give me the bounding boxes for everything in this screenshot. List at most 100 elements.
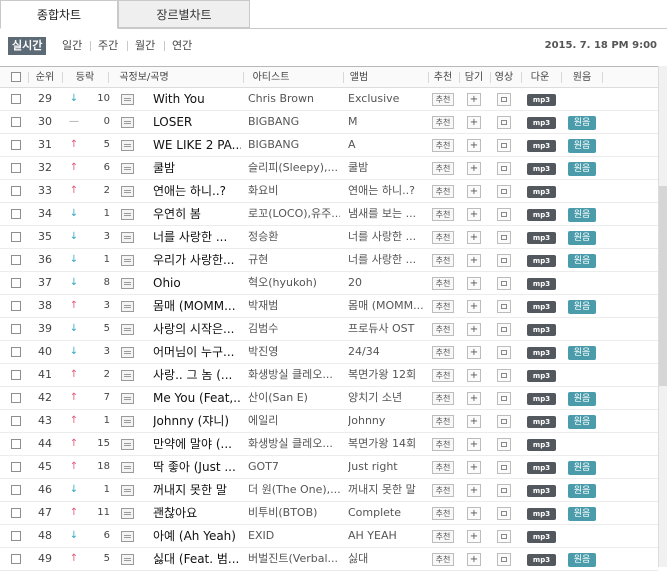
add-button[interactable]: +: [467, 530, 481, 543]
mp3-download-button[interactable]: mp3: [527, 508, 556, 520]
video-icon[interactable]: [497, 346, 511, 359]
song-info-icon[interactable]: [121, 370, 134, 381]
mp3-download-button[interactable]: mp3: [527, 163, 556, 175]
row-checkbox[interactable]: [11, 416, 21, 426]
song-title[interactable]: 우리가 사랑한...: [153, 249, 241, 271]
row-checkbox[interactable]: [11, 232, 21, 242]
album-name[interactable]: 몸매 (MOMM...: [348, 295, 426, 317]
table-row[interactable]: 42 ↑ 7 Me You (Feat,... 산이(San E) 양치기 소년 추천 + mp…: [0, 387, 658, 410]
artist-name[interactable]: 슬리피(Sleepy),...: [248, 157, 340, 179]
album-name[interactable]: 너를 사랑한 ...: [348, 226, 426, 248]
song-info-icon[interactable]: [121, 531, 134, 542]
recommend-button[interactable]: 추천: [432, 185, 454, 198]
song-info-icon[interactable]: [121, 347, 134, 358]
song-info-icon[interactable]: [121, 416, 134, 427]
row-checkbox[interactable]: [11, 94, 21, 104]
artist-name[interactable]: 화생방실 클레오...: [248, 364, 340, 386]
video-icon[interactable]: [497, 415, 511, 428]
row-checkbox[interactable]: [11, 439, 21, 449]
artist-name[interactable]: GOT7: [248, 456, 340, 478]
album-name[interactable]: 양치기 소년: [348, 387, 426, 409]
song-info-icon[interactable]: [121, 554, 134, 565]
song-info-icon[interactable]: [121, 393, 134, 404]
artist-name[interactable]: 혁오(hyukoh): [248, 272, 340, 294]
recommend-button[interactable]: 추천: [432, 208, 454, 221]
video-icon[interactable]: [497, 162, 511, 175]
recommend-button[interactable]: 추천: [432, 392, 454, 405]
recommend-button[interactable]: 추천: [432, 231, 454, 244]
recommend-button[interactable]: 추천: [432, 254, 454, 267]
table-row[interactable]: 34 ↓ 1 우연히 봄 로꼬(LOCO),유주... 냄새를 보는 ... 추천 + mp3 원…: [0, 203, 658, 226]
original-sound-button[interactable]: 원음: [568, 346, 596, 360]
mp3-download-button[interactable]: mp3: [527, 94, 556, 106]
video-icon[interactable]: [497, 323, 511, 336]
video-icon[interactable]: [497, 277, 511, 290]
video-icon[interactable]: [497, 484, 511, 497]
row-checkbox[interactable]: [11, 117, 21, 127]
artist-name[interactable]: BIGBANG: [248, 111, 340, 133]
video-icon[interactable]: [497, 208, 511, 221]
song-title[interactable]: 사랑.. 그 놈 (...: [153, 364, 241, 386]
add-button[interactable]: +: [467, 185, 481, 198]
album-name[interactable]: 꺼내지 못한 말: [348, 479, 426, 501]
video-icon[interactable]: [497, 530, 511, 543]
album-name[interactable]: 연애는 하니..?: [348, 180, 426, 202]
table-row[interactable]: 36 ↓ 1 우리가 사랑한... 규현 너를 사랑한 ... 추천 + mp3 원음: [0, 249, 658, 272]
table-row[interactable]: 31 ↑ 5 WE LIKE 2 PA... BIGBANG A 추천 + mp3 원음: [0, 134, 658, 157]
original-sound-button[interactable]: 원음: [568, 116, 596, 130]
video-icon[interactable]: [497, 300, 511, 313]
scrollbar-thumb[interactable]: [659, 186, 667, 386]
recommend-button[interactable]: 추천: [432, 530, 454, 543]
add-button[interactable]: +: [467, 323, 481, 336]
album-name[interactable]: 복면가왕 12회: [348, 364, 426, 386]
row-checkbox[interactable]: [11, 163, 21, 173]
song-title[interactable]: 꺼내지 못한 말: [153, 479, 241, 501]
add-button[interactable]: +: [467, 93, 481, 106]
song-info-icon[interactable]: [121, 439, 134, 450]
album-name[interactable]: Complete: [348, 502, 426, 524]
song-info-icon[interactable]: [121, 209, 134, 220]
select-all-checkbox[interactable]: [11, 72, 21, 82]
mp3-download-button[interactable]: mp3: [527, 393, 556, 405]
recommend-button[interactable]: 추천: [432, 162, 454, 175]
video-icon[interactable]: [497, 231, 511, 244]
song-title[interactable]: 연애는 하니..?: [153, 180, 241, 202]
original-sound-button[interactable]: 원음: [568, 507, 596, 521]
song-title[interactable]: 우연히 봄: [153, 203, 241, 225]
video-icon[interactable]: [497, 507, 511, 520]
original-sound-button[interactable]: 원음: [568, 415, 596, 429]
row-checkbox[interactable]: [11, 347, 21, 357]
song-info-icon[interactable]: [121, 94, 134, 105]
mp3-download-button[interactable]: mp3: [527, 416, 556, 428]
row-checkbox[interactable]: [11, 370, 21, 380]
mp3-download-button[interactable]: mp3: [527, 301, 556, 313]
song-info-icon[interactable]: [121, 255, 134, 266]
vertical-scrollbar[interactable]: [658, 66, 667, 567]
artist-name[interactable]: EXID: [248, 525, 340, 547]
song-title[interactable]: 너를 사랑한 ...: [153, 226, 241, 248]
period-weekly[interactable]: 주간: [98, 36, 118, 56]
add-button[interactable]: +: [467, 231, 481, 244]
mp3-download-button[interactable]: mp3: [527, 370, 556, 382]
song-title[interactable]: Me You (Feat,...: [153, 387, 241, 409]
album-name[interactable]: 20: [348, 272, 426, 294]
original-sound-button[interactable]: 원음: [568, 208, 596, 222]
song-info-icon[interactable]: [121, 278, 134, 289]
table-row[interactable]: 37 ↓ 8 Ohio 혁오(hyukoh) 20 추천 + mp3: [0, 272, 658, 295]
add-button[interactable]: +: [467, 254, 481, 267]
mp3-download-button[interactable]: mp3: [527, 117, 556, 129]
table-row[interactable]: 44 ↑ 15 만약에 말야 (... 화생방실 클레오... 복면가왕 14회 추천 + mp…: [0, 433, 658, 456]
add-button[interactable]: +: [467, 553, 481, 566]
recommend-button[interactable]: 추천: [432, 346, 454, 359]
table-row[interactable]: 32 ↑ 6 쿨밤 슬리피(Sleepy),... 쿨밤 추천 + mp3 원음: [0, 157, 658, 180]
artist-name[interactable]: 화요비: [248, 180, 340, 202]
table-row[interactable]: 30 — 0 LOSER BIGBANG M 추천 + mp3 원음: [0, 111, 658, 134]
song-title[interactable]: Ohio: [153, 272, 241, 294]
mp3-download-button[interactable]: mp3: [527, 140, 556, 152]
period-yearly[interactable]: 연간: [172, 36, 192, 56]
song-title[interactable]: Johnny (쟈니): [153, 410, 241, 432]
album-name[interactable]: Johnny: [348, 410, 426, 432]
original-sound-button[interactable]: 원음: [568, 392, 596, 406]
song-info-icon[interactable]: [121, 324, 134, 335]
table-row[interactable]: 41 ↑ 2 사랑.. 그 놈 (... 화생방실 클레오... 복면가왕 12회 추천 + m…: [0, 364, 658, 387]
